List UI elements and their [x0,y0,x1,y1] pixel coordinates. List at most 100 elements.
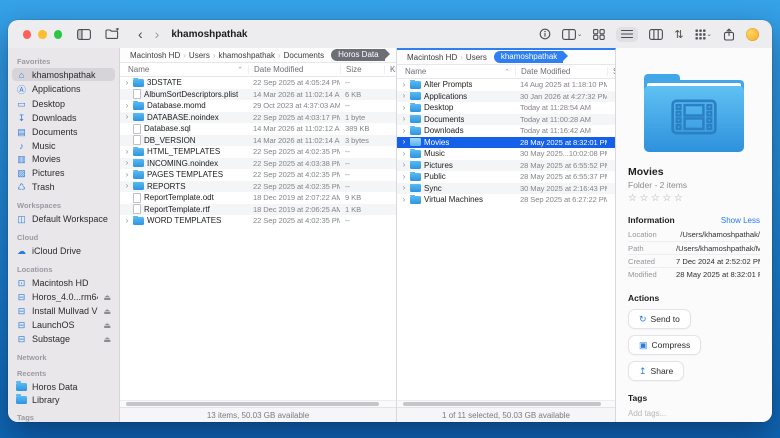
sidebar-item-library[interactable]: Library [12,393,115,406]
column-header-name[interactable]: Name ⌃ [120,65,248,74]
sidebar-item-music[interactable]: ♪ Music [12,139,115,152]
breadcrumb-khamoshpathak[interactable]: khamoshpathak [493,51,569,63]
sidebar-item-default-workspace[interactable]: ◫ Default Workspace [12,212,115,226]
file-row-database-sql[interactable]: Database.sql 14 Mar 2026 at 11:02:12 AM 38… [120,123,396,135]
file-row-reporttemplate-odt[interactable]: ReportTemplate.odt 18 Dec 2019 at 2:07:22… [120,192,396,204]
sidebar-item-horos-4-0-rm64-dmg[interactable]: ⊟ Horos_4.0...rm64.dmg ⏏ [12,290,115,304]
breadcrumb-horos-data[interactable]: Horos Data [331,49,391,61]
eject-icon[interactable]: ⏏ [103,321,111,330]
file-row-incoming-noindex[interactable]: › INCOMING.noindex 22 Sep 2025 at 4:03:38 … [120,157,396,169]
forward-button[interactable]: › [149,27,166,41]
rating-stars[interactable]: ☆☆☆☆☆ [628,193,760,204]
file-row-desktop[interactable]: › Desktop Today at 11:28:54 AM [397,102,615,114]
file-row-database-momd[interactable]: › Database.momd 29 Oct 2023 at 4:37:03 AM -… [120,100,396,112]
disclosure-chevron-icon[interactable]: › [401,138,407,146]
share-button[interactable]: ↥ Share [628,361,685,381]
info-icon[interactable] [539,28,551,40]
disclosure-chevron-icon[interactable]: › [124,159,130,167]
disclosure-chevron-icon[interactable]: › [124,78,130,87]
sidebar-item-pictures[interactable]: ▨ Pictures [12,166,115,180]
file-row-sync[interactable]: › Sync 30 May 2025 at 2:16:43 PM [397,182,615,194]
file-row-movies[interactable]: › Movies 28 May 2025 at 8:32:01 PM [397,136,615,148]
disclosure-chevron-icon[interactable]: › [401,184,407,192]
eject-icon[interactable]: ⏏ [103,307,111,316]
disclosure-chevron-icon[interactable]: › [401,126,407,135]
column-header-date-modified[interactable]: Date Modified [515,67,607,76]
file-row-virtual-machines[interactable]: › Virtual Machines 28 Sep 2025 at 6:27:22 … [397,194,615,206]
file-row-pages-templates[interactable]: › PAGES TEMPLATES 22 Sep 2025 at 4:02:35 P… [120,169,396,181]
column-header-size[interactable]: Size [340,65,384,74]
sidebar-item-documents[interactable]: ▤ Documents [12,125,115,139]
disclosure-chevron-icon[interactable]: › [401,80,407,89]
disclosure-chevron-icon[interactable]: › [124,147,130,156]
split-view-icon[interactable]: ⌄ [561,28,582,40]
breadcrumb-documents[interactable]: Documents [281,51,327,60]
file-row-word-templates[interactable]: › WORD TEMPLATES 22 Sep 2025 at 4:02:35 PM… [120,215,396,227]
close-window-button[interactable] [23,29,32,39]
column-header-ki[interactable]: Ki [384,65,396,74]
compress-button[interactable]: ▣ Compress [628,335,702,355]
group-view-icon[interactable]: ⌄ [695,29,712,40]
zoom-window-button[interactable] [53,29,62,39]
file-row-albumsortdescriptors-plist[interactable]: AlbumSortDescriptors.plist 14 Mar 2026 at… [120,88,396,100]
file-row-documents[interactable]: › Documents Today at 11:00:28 AM [397,113,615,125]
file-row-applications[interactable]: › Applications 30 Jan 2026 at 4:27:32 PM [397,90,615,102]
sidebar-toggle-icon[interactable] [77,28,91,40]
file-row-html-templates[interactable]: › HTML_TEMPLATES 22 Sep 2025 at 4:02:35 PM… [120,146,396,158]
sidebar-item-horos-data[interactable]: Horos Data [12,380,115,393]
sidebar-item-icloud-drive[interactable]: ☁ iCloud Drive [12,244,115,258]
column-header-name[interactable]: Name ⌃ [397,67,515,76]
sidebar-item-install-mullvad-vpn[interactable]: ⊟ Install Mullvad VPN ⏏ [12,304,115,318]
disclosure-chevron-icon[interactable]: › [124,182,130,190]
column-header-si[interactable]: Si [607,67,615,76]
file-row-reporttemplate-rtf[interactable]: ReportTemplate.rtf 18 Dec 2019 at 2:06:25… [120,203,396,215]
send-to-button[interactable]: ↻ Send to [628,309,691,329]
disclosure-chevron-icon[interactable]: › [124,113,130,121]
column-header-date-modified[interactable]: Date Modified [248,65,340,74]
horizontal-scrollbar[interactable] [403,402,601,406]
back-button[interactable]: ‹ [132,27,149,41]
disclosure-chevron-icon[interactable]: › [401,103,407,112]
account-icon[interactable] [746,27,759,41]
add-tags-input[interactable]: Add tags... [628,409,760,418]
eject-icon[interactable]: ⏏ [103,335,111,344]
breadcrumb-macintosh-hd[interactable]: Macintosh HD [127,51,183,60]
file-row-downloads[interactable]: › Downloads Today at 11:16:42 AM [397,125,615,137]
file-row-music[interactable]: › Music 30 May 2025...10:02:08 PM [397,148,615,160]
breadcrumb-khamoshpathak[interactable]: khamoshpathak [215,51,277,60]
sidebar-item-macintosh-hd[interactable]: ⊡ Macintosh HD [12,276,115,290]
disclosure-chevron-icon[interactable]: › [401,115,407,123]
sidebar-item-desktop[interactable]: ▭ Desktop [12,97,115,111]
file-row-pictures[interactable]: › Pictures 28 May 2025 at 6:55:52 PM [397,159,615,171]
sidebar-item-substage[interactable]: ⊟ Substage ⏏ [12,332,115,346]
show-less-link[interactable]: Show Less [721,216,760,225]
sidebar-item-movies[interactable]: ▥ Movies [12,152,115,166]
sidebar-item-trash[interactable]: ♺ Trash [12,180,115,194]
file-row-3dstate[interactable]: › 3DSTATE 22 Sep 2025 at 4:05:24 PM -- [120,77,396,89]
disclosure-chevron-icon[interactable]: › [401,195,407,204]
file-row-public[interactable]: › Public 28 May 2025 at 6:55:37 PM [397,171,615,183]
list-view-icon[interactable] [616,26,639,42]
eject-icon[interactable]: ⏏ [103,293,111,302]
minimize-window-button[interactable] [38,29,47,39]
new-folder-icon[interactable] [105,28,120,40]
file-row-alter-prompts[interactable]: › Alter Prompts 14 Aug 2025 at 1:18:10 PM [397,79,615,91]
breadcrumb-users[interactable]: Users [186,51,213,60]
sort-icon[interactable]: ⇅ [674,28,683,41]
disclosure-chevron-icon[interactable]: › [124,170,130,179]
sidebar-item-launchos[interactable]: ⊟ LaunchOS ⏏ [12,318,115,332]
sidebar-item-applications[interactable]: Ⓐ Applications [12,81,115,97]
disclosure-chevron-icon[interactable]: › [124,101,130,110]
disclosure-chevron-icon[interactable]: › [401,161,407,169]
sidebar-item-downloads[interactable]: ↧ Downloads [12,111,115,125]
breadcrumb-users[interactable]: Users [463,53,490,62]
sidebar-item-khamoshpathak[interactable]: ⌂ khamoshpathak [12,68,115,81]
disclosure-chevron-icon[interactable]: › [401,149,407,158]
disclosure-chevron-icon[interactable]: › [124,216,130,225]
share-icon[interactable] [723,28,735,41]
file-row-database-noindex[interactable]: › DATABASE.noindex 22 Sep 2025 at 4:03:17 … [120,111,396,123]
horizontal-scrollbar[interactable] [126,402,380,406]
disclosure-chevron-icon[interactable]: › [401,172,407,181]
column-view-icon[interactable] [649,28,664,40]
grid-view-icon[interactable] [593,28,606,40]
